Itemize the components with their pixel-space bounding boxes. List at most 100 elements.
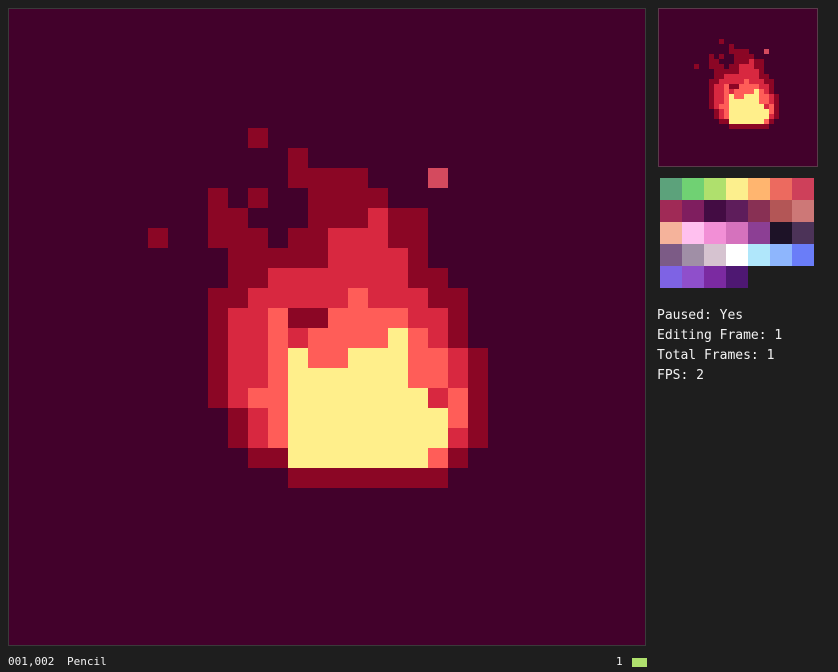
palette-swatch[interactable] xyxy=(748,244,770,266)
pixel xyxy=(408,468,428,488)
pixel xyxy=(368,288,388,308)
drawing-canvas[interactable] xyxy=(9,9,645,645)
pixel xyxy=(388,308,408,328)
pixel xyxy=(428,408,448,428)
palette-swatch[interactable] xyxy=(704,178,726,200)
palette-swatch[interactable] xyxy=(792,178,814,200)
palette-swatch[interactable] xyxy=(748,178,770,200)
palette-swatch[interactable] xyxy=(660,222,682,244)
palette-swatch[interactable] xyxy=(792,222,814,244)
preview-pixel xyxy=(774,114,779,119)
pixel xyxy=(228,348,248,368)
palette-swatch[interactable] xyxy=(748,222,770,244)
palette-swatch[interactable] xyxy=(704,244,726,266)
pixel xyxy=(308,208,328,228)
animation-info: Paused: Yes Editing Frame: 1 Total Frame… xyxy=(657,306,782,386)
palette-swatch[interactable] xyxy=(792,244,814,266)
pixel xyxy=(348,328,368,348)
pixel xyxy=(388,348,408,368)
pixel xyxy=(388,408,408,428)
palette-swatch[interactable] xyxy=(660,200,682,222)
pixel xyxy=(428,348,448,368)
pixel xyxy=(428,468,448,488)
palette-swatch[interactable] xyxy=(682,178,704,200)
pixel xyxy=(328,208,348,228)
status-bar: 001,002 Pencil 1 xyxy=(0,652,838,672)
palette-swatch[interactable] xyxy=(792,200,814,222)
pixel xyxy=(388,388,408,408)
current-tool: Pencil xyxy=(67,655,107,668)
pixel xyxy=(248,408,268,428)
pixel xyxy=(228,308,248,328)
palette-swatch[interactable] xyxy=(704,266,726,288)
pixel xyxy=(348,368,368,388)
pixel xyxy=(368,388,388,408)
pixel xyxy=(428,288,448,308)
palette-swatch[interactable] xyxy=(704,222,726,244)
palette-swatch[interactable] xyxy=(748,200,770,222)
pixel xyxy=(448,288,468,308)
pixel xyxy=(208,308,228,328)
palette-swatch[interactable] xyxy=(726,222,748,244)
pixel xyxy=(348,188,368,208)
pixel xyxy=(228,328,248,348)
color-palette[interactable] xyxy=(660,178,814,288)
pixel xyxy=(408,208,428,228)
preview-pixel xyxy=(694,64,699,69)
palette-swatch[interactable] xyxy=(770,222,792,244)
pixel xyxy=(308,268,328,288)
pixel xyxy=(288,428,308,448)
pixel xyxy=(268,248,288,268)
pixel xyxy=(248,388,268,408)
palette-swatch[interactable] xyxy=(682,244,704,266)
pixel xyxy=(268,288,288,308)
pixel xyxy=(428,368,448,388)
pixel xyxy=(248,328,268,348)
preview-pixel xyxy=(769,119,774,124)
pixel xyxy=(288,248,308,268)
pixel xyxy=(308,248,328,268)
pixel xyxy=(388,248,408,268)
palette-swatch[interactable] xyxy=(770,178,792,200)
pixel xyxy=(428,428,448,448)
palette-swatch[interactable] xyxy=(660,178,682,200)
pixel xyxy=(348,168,368,188)
pixel xyxy=(288,328,308,348)
pixel xyxy=(248,188,268,208)
pixel xyxy=(308,348,328,368)
pixel xyxy=(208,188,228,208)
pixel xyxy=(228,288,248,308)
palette-swatch[interactable] xyxy=(682,200,704,222)
pixel xyxy=(408,328,428,348)
palette-swatch[interactable] xyxy=(726,200,748,222)
palette-swatch[interactable] xyxy=(682,266,704,288)
palette-swatch[interactable] xyxy=(770,200,792,222)
pixel xyxy=(408,248,428,268)
pixel xyxy=(368,348,388,368)
pixel xyxy=(308,468,328,488)
pixel xyxy=(368,208,388,228)
pixel xyxy=(308,228,328,248)
pixel xyxy=(248,248,268,268)
pixel xyxy=(268,368,288,388)
palette-swatch[interactable] xyxy=(770,244,792,266)
palette-swatch[interactable] xyxy=(704,200,726,222)
pixel xyxy=(348,288,368,308)
pixel xyxy=(268,308,288,328)
palette-swatch[interactable] xyxy=(660,266,682,288)
pixel xyxy=(248,268,268,288)
palette-swatch[interactable] xyxy=(660,244,682,266)
palette-swatch[interactable] xyxy=(682,222,704,244)
pixel xyxy=(268,448,288,468)
pixel xyxy=(308,388,328,408)
palette-swatch[interactable] xyxy=(726,244,748,266)
pixel xyxy=(448,328,468,348)
pixel xyxy=(208,388,228,408)
pixel xyxy=(428,308,448,328)
pixel xyxy=(228,388,248,408)
preview-pixel xyxy=(764,49,769,54)
pixel xyxy=(268,408,288,428)
palette-swatch[interactable] xyxy=(726,178,748,200)
palette-swatch[interactable] xyxy=(726,266,748,288)
pixel xyxy=(408,408,428,428)
